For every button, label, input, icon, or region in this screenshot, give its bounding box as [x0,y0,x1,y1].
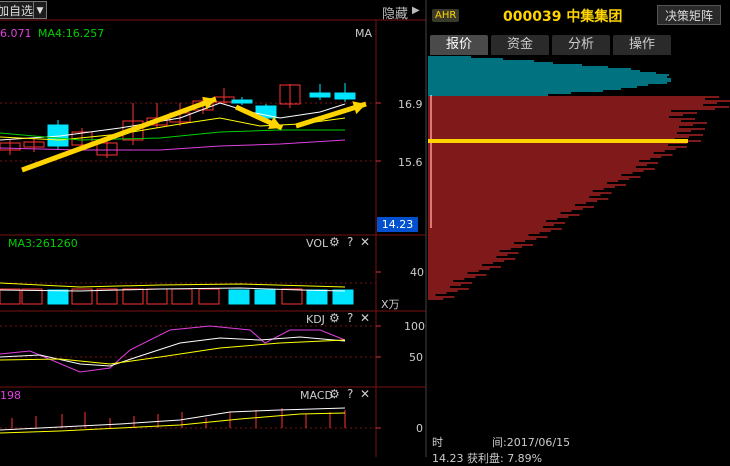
tab-funds[interactable]: 资金 [491,35,549,55]
vol-ma-yellow [0,282,346,288]
add-watchlist-button[interactable]: 加自选 [0,1,34,19]
kdj-tick-100: 100 [404,320,425,333]
volume-bar [332,289,354,305]
time-label: 时 [432,436,443,449]
stock-badge-label: AHR [435,10,457,21]
kdj-settings-gear-icon[interactable]: ⚙ [329,312,340,324]
tab-quote[interactable]: 报价 [430,35,488,55]
price-tick-upper: 16.9 [398,98,423,111]
kdj-line-j [0,325,346,373]
tab-operation-label: 操作 [628,37,655,52]
volume-bar [198,288,220,305]
time-value: 间:2017/06/15 [492,436,571,449]
vol-settings-gear-icon[interactable]: ⚙ [329,236,340,248]
ma4-value-text: MA4:16.257 [38,27,105,40]
macd-tick-0: 0 [416,422,423,435]
candle-body [334,92,356,100]
volume-bar [254,289,276,305]
volume-bar [96,288,118,305]
volume-bar [228,289,250,305]
decision-matrix-label: 决策矩阵 [664,9,713,23]
kdj-help-icon[interactable]: ? [347,312,353,324]
tab-analysis[interactable]: 分析 [552,35,610,55]
vol-ma3-text: MA3:261260 [8,237,78,250]
macd-left-text: 198 [0,389,21,402]
kdj-line-k [0,336,346,367]
tab-operation[interactable]: 操作 [613,35,671,55]
kdj-panel-name: KDJ [306,313,325,326]
profit-info-text: 14.23 获利盘: 7.89% [432,452,543,465]
kdj-close-icon[interactable]: ✕ [360,312,370,324]
hide-label: 隐藏 [382,7,409,22]
ma-value-text: 6.071 [0,27,32,40]
add-watchlist-label: 加自选 [0,4,34,18]
dropdown-button[interactable]: ▼ [33,1,47,19]
volume-bar [146,288,168,305]
collapse-arrow-icon[interactable]: ▶ [412,5,420,16]
macd-close-icon[interactable]: ✕ [360,388,370,400]
candle-body [231,99,253,104]
stock-title: 000039 中集集团 [503,9,623,25]
volume-bar [122,288,144,305]
vol-unit: X万 [381,298,400,311]
vol-close-icon[interactable]: ✕ [360,236,370,248]
current-price-tag: 14.23 [377,217,418,232]
volume-bar [171,288,193,305]
volume-bar [306,289,328,305]
volume-bar [0,288,21,305]
tab-quote-label: 报价 [445,37,472,52]
price-tick-lower: 15.6 [398,156,423,169]
volume-bar [21,288,43,305]
stock-badge: AHR [432,9,460,22]
vol-help-icon[interactable]: ? [347,236,353,248]
vol-panel-name: VOL [306,237,329,250]
decision-matrix-button[interactable]: 决策矩阵 [657,5,721,25]
macd-line-dea [0,412,346,434]
macd-settings-gear-icon[interactable]: ⚙ [329,388,340,400]
chevron-down-icon: ▼ [36,6,44,16]
macd-help-icon[interactable]: ? [347,388,353,400]
volume-bar [47,289,69,305]
tab-funds-label: 资金 [506,37,533,52]
kdj-tick-50: 50 [409,351,423,364]
hide-button[interactable]: 隐藏 [382,3,408,22]
volume-bar [281,288,303,305]
ma-label: MA [355,27,373,40]
tab-analysis-label: 分析 [567,37,594,52]
vol-tick: 40 [410,266,424,279]
macd-line-dif [0,407,346,431]
candle-body [309,92,331,98]
